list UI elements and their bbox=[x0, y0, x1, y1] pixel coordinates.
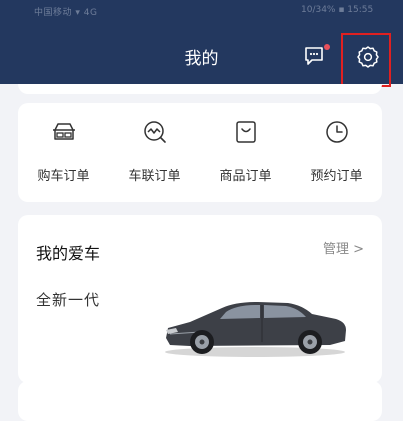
status-bar: 中国移动 ▾ 4G 10/34% ▪ 15:55 bbox=[0, 0, 403, 22]
order-label: 车联订单 bbox=[128, 169, 181, 184]
status-carrier: 中国移动 ▾ 4G bbox=[34, 8, 98, 18]
order-goods[interactable]: 商品订单 bbox=[200, 119, 291, 189]
connected-car-icon bbox=[143, 121, 166, 143]
order-label: 商品订单 bbox=[219, 169, 272, 184]
orders-card: 购车订单 车联订单 商品订单 预约订单 bbox=[18, 103, 382, 202]
order-label: 购车订单 bbox=[37, 169, 90, 184]
order-connected-car[interactable]: 车联订单 bbox=[109, 119, 200, 189]
notification-dot bbox=[324, 44, 330, 50]
clock-icon bbox=[325, 121, 348, 143]
my-car-card: 我的爱车 管理 > 全新一代 bbox=[18, 215, 382, 383]
car-image[interactable] bbox=[160, 290, 350, 360]
shopping-bag-icon bbox=[235, 121, 256, 143]
order-label: 预约订单 bbox=[310, 169, 363, 184]
order-car-purchase[interactable]: 购车订单 bbox=[18, 119, 109, 189]
car-icon bbox=[52, 123, 75, 140]
manage-link[interactable]: 管理 > bbox=[323, 238, 364, 257]
status-time: 10/34% ▪ 15:55 bbox=[301, 5, 374, 15]
settings-highlight-box bbox=[341, 33, 391, 87]
order-appointment[interactable]: 预约订单 bbox=[291, 119, 382, 189]
message-button[interactable] bbox=[303, 44, 330, 70]
my-car-title: 我的爱车 bbox=[36, 244, 101, 263]
profile-card-edge bbox=[18, 84, 382, 94]
car-model-name: 全新一代 bbox=[36, 291, 101, 309]
next-card bbox=[18, 381, 382, 421]
